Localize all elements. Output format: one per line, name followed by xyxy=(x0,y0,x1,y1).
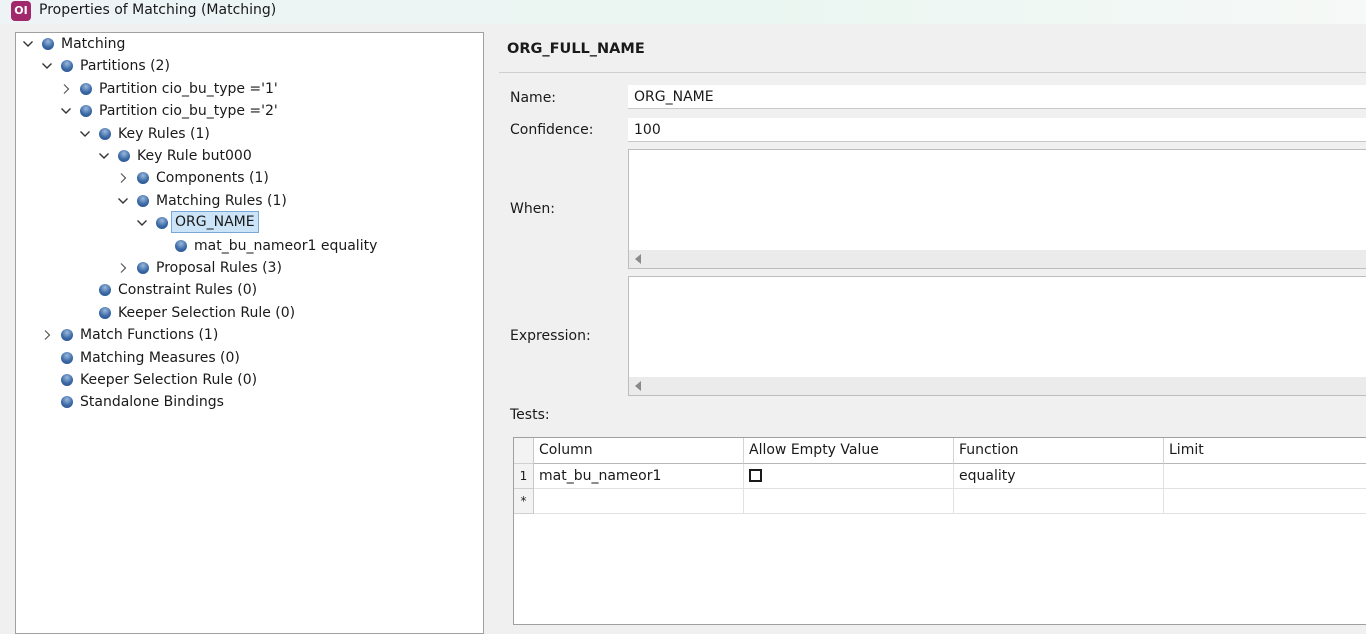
rule-heading: ORG_FULL_NAME xyxy=(507,41,645,57)
tests-label: Tests: xyxy=(510,407,550,423)
tree-node-label: Keeper Selection Rule (0) xyxy=(118,304,296,321)
tree-node-label: Matching Measures (0) xyxy=(80,349,240,366)
tree-node-key-rules[interactable]: Key Rules (1) xyxy=(16,123,481,145)
tree-node-mat-bu-nameor1-equality[interactable]: mat_bu_nameor1 equality xyxy=(16,235,481,257)
tree-node-key-rule-but000[interactable]: Key Rule but000 xyxy=(16,145,481,167)
confidence-label: Confidence: xyxy=(510,122,594,138)
tree-node-components[interactable]: Components (1) xyxy=(16,167,481,189)
chevron-right-icon[interactable] xyxy=(117,257,129,279)
chevron-down-icon[interactable] xyxy=(22,33,34,55)
chevron-right-icon[interactable] xyxy=(60,78,72,100)
column-header-function[interactable]: Function xyxy=(954,438,1164,464)
node-bullet-icon xyxy=(80,82,92,95)
grid-corner[interactable] xyxy=(514,438,534,464)
new-row-cell[interactable] xyxy=(1164,489,1366,514)
tree-node-label: Partitions (2) xyxy=(80,58,170,75)
app-logo-icon: OI xyxy=(11,1,31,21)
node-bullet-icon xyxy=(61,396,73,409)
window-title: Properties of Matching (Matching) xyxy=(39,2,277,18)
column-header-allow-empty[interactable]: Allow Empty Value xyxy=(744,438,954,464)
tests-grid[interactable]: Column Allow Empty Value Function Limit … xyxy=(513,437,1366,625)
allow-empty-cell[interactable] xyxy=(744,464,954,489)
node-bullet-icon xyxy=(61,60,73,73)
tree-node-label: Partition cio_bu_type ='2' xyxy=(99,103,278,120)
node-bullet-icon xyxy=(137,172,149,185)
node-bullet-icon xyxy=(99,306,111,319)
expression-editor[interactable] xyxy=(628,276,1366,396)
tree-node-label: Matching xyxy=(61,36,126,52)
node-bullet-icon xyxy=(175,239,187,252)
column-header-column[interactable]: Column xyxy=(534,438,744,464)
chevron-down-icon[interactable] xyxy=(79,123,91,145)
tree-node-constraint-rules[interactable]: Constraint Rules (0) xyxy=(16,279,481,301)
tree-node-label: ORG_NAME xyxy=(171,211,259,234)
chevron-down-icon[interactable] xyxy=(136,212,148,234)
tree-node-label: Key Rules (1) xyxy=(118,125,210,142)
tree-node-proposal-rules[interactable]: Proposal Rules (3) xyxy=(16,257,481,279)
confidence-field[interactable]: 100 xyxy=(628,118,1366,142)
tree-node-partitions[interactable]: Partitions (2) xyxy=(16,55,481,77)
allow-empty-checkbox[interactable] xyxy=(749,469,762,482)
node-bullet-icon xyxy=(61,351,73,364)
tree-node-keeper-selection-rule[interactable]: Keeper Selection Rule (0) xyxy=(16,369,481,391)
tree-node-label: Matching Rules (1) xyxy=(156,192,287,209)
new-row-header[interactable]: * xyxy=(514,489,534,514)
node-bullet-icon xyxy=(137,262,149,274)
tree-node-partition-2[interactable]: Partition cio_bu_type ='2' xyxy=(16,100,481,122)
heading-divider xyxy=(499,72,1366,73)
chevron-right-icon[interactable] xyxy=(117,167,129,189)
node-bullet-icon xyxy=(99,284,111,297)
chevron-down-icon[interactable] xyxy=(98,145,110,167)
scroll-left-arrow-icon[interactable] xyxy=(635,254,641,264)
chevron-right-icon[interactable] xyxy=(41,324,53,346)
node-bullet-icon xyxy=(118,150,130,162)
row-header[interactable]: 1 xyxy=(514,464,534,489)
chevron-down-icon[interactable] xyxy=(117,190,129,212)
node-bullet-icon xyxy=(156,217,168,230)
tree-node-label: Components (1) xyxy=(156,170,269,187)
matching-tree[interactable]: Matching Partitions (2) Partition cio_bu_t… xyxy=(15,32,484,634)
chevron-down-icon[interactable] xyxy=(41,55,53,77)
new-row-cell[interactable] xyxy=(744,489,954,514)
limit-cell[interactable] xyxy=(1164,464,1366,489)
node-bullet-icon xyxy=(137,194,149,207)
node-bullet-icon xyxy=(80,105,92,118)
when-label: When: xyxy=(510,201,555,217)
tree-node-label: Partition cio_bu_type ='1' xyxy=(99,80,278,97)
tree-node-org-name[interactable]: ORG_NAME xyxy=(16,211,481,234)
tree-node-matching[interactable]: Matching xyxy=(16,33,481,55)
tree-node-label: Key Rule but000 xyxy=(137,148,252,164)
node-bullet-icon xyxy=(61,329,73,342)
tree-node-matching-measures[interactable]: Matching Measures (0) xyxy=(16,347,481,369)
test-column-cell[interactable]: mat_bu_nameor1 xyxy=(534,464,744,489)
node-bullet-icon xyxy=(99,127,111,140)
tree-node-label: Match Functions (1) xyxy=(80,327,219,344)
name-label: Name: xyxy=(510,90,557,106)
when-horizontal-scrollbar[interactable] xyxy=(629,250,1366,268)
tree-node-label: Constraint Rules (0) xyxy=(118,282,258,299)
tree-node-label: Standalone Bindings xyxy=(80,394,224,411)
tree-node-matching-rules[interactable]: Matching Rules (1) xyxy=(16,190,481,212)
properties-panel: ORG_FULL_NAME Name: ORG_NAME Confidence:… xyxy=(499,24,1366,625)
scroll-left-arrow-icon[interactable] xyxy=(635,381,641,391)
tree-node-label: mat_bu_nameor1 equality xyxy=(194,237,378,254)
function-cell[interactable]: equality xyxy=(954,464,1164,489)
node-bullet-icon xyxy=(61,374,73,386)
new-row-cell[interactable] xyxy=(534,489,744,514)
chevron-down-icon[interactable] xyxy=(60,100,72,122)
tree-node-label: Keeper Selection Rule (0) xyxy=(80,372,258,388)
new-row-cell[interactable] xyxy=(954,489,1164,514)
expression-label: Expression: xyxy=(510,328,591,344)
node-bullet-icon xyxy=(42,38,54,50)
tree-node-match-functions[interactable]: Match Functions (1) xyxy=(16,324,481,346)
tree-node-standalone-bindings[interactable]: Standalone Bindings xyxy=(16,391,481,413)
when-editor[interactable] xyxy=(628,149,1366,269)
column-header-limit[interactable]: Limit xyxy=(1164,438,1366,464)
name-field[interactable]: ORG_NAME xyxy=(628,85,1366,109)
expression-horizontal-scrollbar[interactable] xyxy=(629,377,1366,395)
tree-node-keeper-selection-rule-partition[interactable]: Keeper Selection Rule (0) xyxy=(16,302,481,324)
tree-node-partition-1[interactable]: Partition cio_bu_type ='1' xyxy=(16,78,481,100)
tree-node-label: Proposal Rules (3) xyxy=(156,260,282,276)
title-bar: OI Properties of Matching (Matching) xyxy=(0,0,1366,24)
